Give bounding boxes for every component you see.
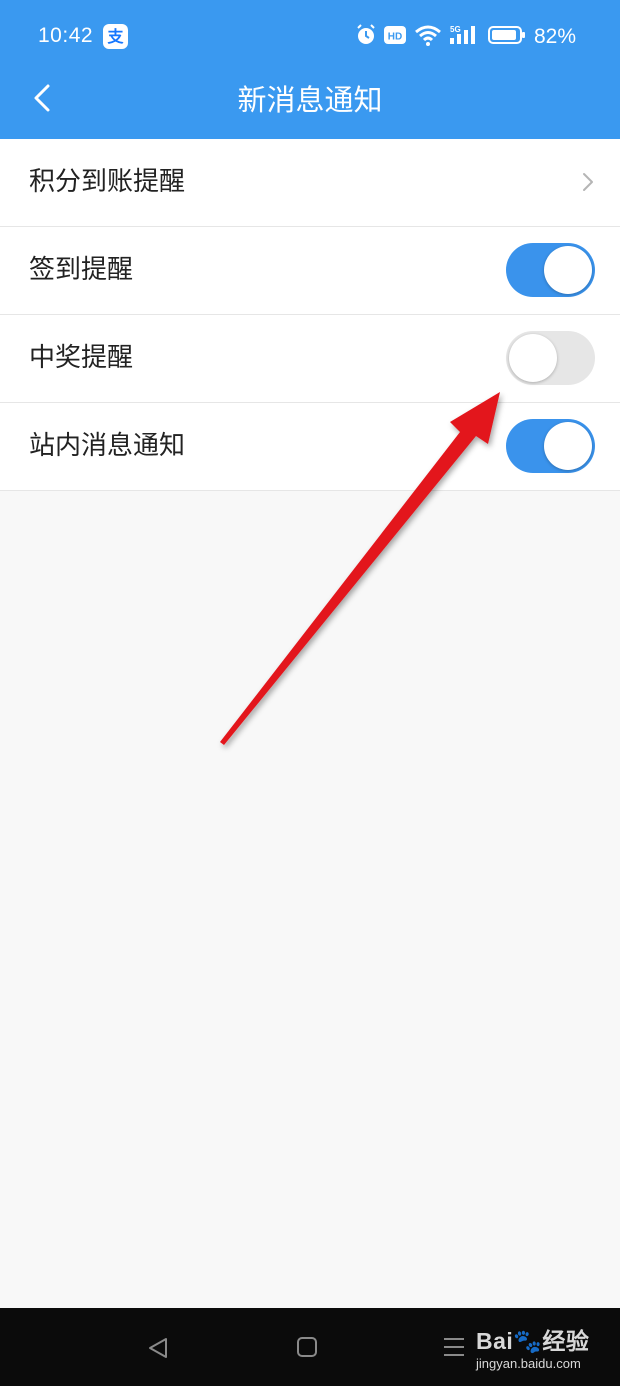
status-icons: HD 5G 82%	[356, 24, 576, 50]
navigation-bar: 新消息通知	[0, 68, 620, 132]
site-message-toggle[interactable]	[506, 419, 595, 473]
cellular-5g-icon: 5G	[449, 24, 480, 50]
checkin-reminder-toggle[interactable]	[506, 243, 595, 297]
status-time: 10:42	[38, 24, 94, 47]
watermark-url: jingyan.baidu.com	[476, 1356, 581, 1371]
alarm-icon	[356, 24, 376, 50]
baidu-jingyan-watermark: Bai🐾经验 jingyan.baidu.com	[476, 1322, 616, 1380]
hd-icon: HD	[383, 25, 406, 49]
svg-text:5G: 5G	[450, 25, 461, 34]
system-back-icon[interactable]	[146, 1336, 170, 1360]
system-navigation-bar: Bai🐾经验 jingyan.baidu.com	[0, 1308, 620, 1386]
setting-label: 中奖提醒	[29, 343, 134, 373]
toggle-knob	[509, 334, 557, 382]
setting-label: 积分到账提醒	[29, 167, 186, 197]
toggle-knob	[544, 246, 592, 294]
toggle-knob	[544, 422, 592, 470]
setting-row-points-arrival[interactable]: 积分到账提醒	[0, 139, 620, 227]
battery-icon	[487, 25, 526, 49]
wifi-icon	[414, 24, 442, 50]
chevron-right-icon	[583, 173, 593, 191]
system-menu-icon[interactable]	[443, 1335, 465, 1359]
page-title: 新消息通知	[237, 83, 383, 117]
system-home-icon[interactable]	[296, 1336, 318, 1358]
setting-row-prize-reminder: 中奖提醒	[0, 315, 620, 403]
setting-row-site-message: 站内消息通知	[0, 403, 620, 491]
setting-row-checkin-reminder: 签到提醒	[0, 227, 620, 315]
app-header: 10:42 支 HD 5G 82% 新消息通知	[0, 0, 620, 139]
svg-text:HD: HD	[388, 32, 402, 43]
setting-label: 签到提醒	[29, 255, 134, 285]
status-bar: 10:42 支 HD 5G 82%	[0, 0, 620, 76]
watermark-logo: Bai🐾经验	[476, 1328, 590, 1354]
notification-settings-list: 积分到账提醒 签到提醒 中奖提醒 站内消息通知	[0, 139, 620, 491]
alipay-app-icon: 支	[103, 24, 128, 49]
setting-label: 站内消息通知	[29, 431, 186, 461]
prize-reminder-toggle[interactable]	[506, 331, 595, 385]
battery-percentage: 82%	[533, 25, 576, 48]
